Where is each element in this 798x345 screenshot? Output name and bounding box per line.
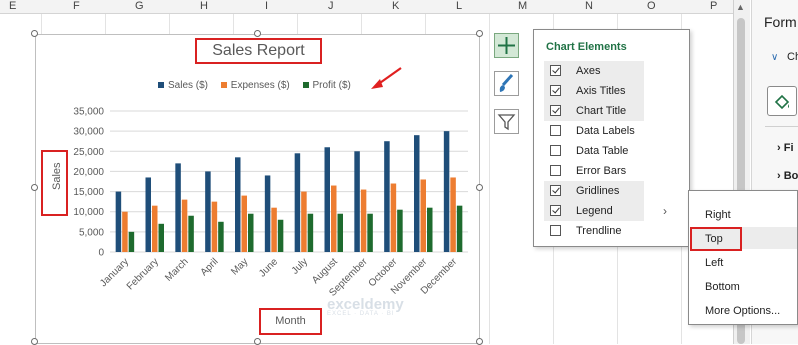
bar-profit-october: [397, 209, 403, 252]
bar-profit-may: [248, 213, 254, 252]
chart-filters-button[interactable]: [494, 109, 519, 134]
bar-sales-october: [384, 141, 390, 252]
bar-expenses-october: [390, 183, 397, 252]
bar-sales-september: [354, 151, 360, 252]
y-tick-label: 15,000: [73, 187, 104, 198]
legend-option-bottom[interactable]: Bottom: [705, 281, 740, 293]
legend-option-right[interactable]: Right: [705, 209, 731, 221]
y-tick-label: 35,000: [73, 107, 104, 118]
bar-profit-january: [128, 231, 135, 252]
chart-element-axis-titles[interactable]: Axis Titles: [544, 81, 644, 101]
legend-position-submenu: Right Top Left Bottom More Options...: [688, 190, 798, 325]
chart-elements-panel: Chart Elements Axes Axis Titles Chart Ti…: [533, 29, 690, 247]
bar-expenses-march: [181, 199, 188, 252]
bar-expenses-april: [211, 201, 218, 252]
checkbox-checked[interactable]: [550, 85, 561, 96]
bar-profit-june: [277, 219, 284, 252]
filter-icon: [497, 114, 516, 131]
bar-sales-may: [235, 157, 241, 252]
x-tick-label: July: [290, 256, 310, 276]
chart-element-data-table[interactable]: Data Table: [544, 141, 644, 161]
y-tick-label: 25,000: [73, 147, 104, 158]
chart-element-chart-title[interactable]: Chart Title: [544, 101, 644, 121]
checkbox-unchecked[interactable]: [550, 225, 561, 236]
bar-expenses-september: [360, 189, 367, 252]
bar-expenses-august: [331, 185, 337, 252]
chart-element-error-bars[interactable]: Error Bars: [544, 161, 644, 181]
bar-sales-june: [264, 175, 271, 252]
chart-element-legend[interactable]: Legend: [544, 201, 644, 221]
checkbox-checked[interactable]: [550, 205, 561, 216]
x-tick-label: March: [163, 256, 190, 283]
y-tick-label: 20,000: [73, 167, 104, 178]
checkbox-checked[interactable]: [550, 65, 561, 76]
bar-sales-july: [294, 153, 301, 252]
chevron-right-icon[interactable]: ›: [663, 204, 667, 218]
bar-profit-april: [218, 221, 224, 252]
y-tick-label: 30,000: [73, 127, 104, 138]
bar-expenses-november: [420, 179, 426, 252]
chart-elements-button[interactable]: [494, 33, 519, 58]
bar-profit-december: [456, 205, 463, 252]
x-tick-label: April: [199, 256, 221, 278]
bar-sales-august: [324, 147, 330, 252]
brush-icon: [499, 73, 514, 92]
bar-sales-february: [145, 177, 151, 252]
y-tick-label: 0: [98, 248, 104, 259]
bar-profit-august: [337, 213, 343, 252]
bar-profit-july: [307, 213, 314, 252]
x-tick-label: June: [257, 256, 280, 279]
chart-element-gridlines[interactable]: Gridlines: [544, 181, 644, 201]
bar-sales-november: [414, 135, 420, 252]
bar-profit-september: [367, 213, 373, 252]
chart-elements-title: Chart Elements: [546, 41, 627, 53]
bar-expenses-december: [450, 177, 456, 252]
bar-profit-february: [158, 223, 164, 252]
chart-element-trendline[interactable]: Trendline: [544, 221, 644, 241]
x-tick-label: February: [125, 256, 161, 292]
bar-profit-november: [427, 207, 433, 252]
plus-icon: [498, 37, 515, 54]
y-tick-label: 5,000: [79, 227, 104, 238]
checkbox-checked[interactable]: [550, 105, 561, 116]
bar-sales-january: [115, 191, 122, 252]
legend-option-top[interactable]: Top: [705, 233, 723, 245]
bar-profit-march: [188, 215, 194, 252]
legend-option-left[interactable]: Left: [705, 257, 723, 269]
bar-sales-march: [175, 163, 181, 252]
bar-expenses-may: [241, 195, 247, 252]
bar-expenses-june: [271, 207, 277, 252]
checkbox-unchecked[interactable]: [550, 165, 561, 176]
bar-expenses-february: [152, 205, 158, 252]
checkbox-unchecked[interactable]: [550, 145, 561, 156]
bar-sales-april: [205, 171, 211, 252]
annotation-arrow-icon: [371, 67, 402, 89]
checkbox-checked[interactable]: [550, 185, 561, 196]
bar-expenses-july: [301, 191, 307, 252]
chart-element-axes[interactable]: Axes: [544, 61, 644, 81]
bar-sales-december: [443, 131, 450, 252]
legend-option-more-options[interactable]: More Options...: [705, 305, 780, 317]
y-tick-label: 10,000: [73, 207, 104, 218]
checkbox-unchecked[interactable]: [550, 125, 561, 136]
x-tick-label: May: [229, 256, 250, 277]
bar-expenses-january: [122, 211, 128, 252]
chart-element-data-labels[interactable]: Data Labels: [544, 121, 644, 141]
chart-styles-button[interactable]: [494, 71, 519, 96]
